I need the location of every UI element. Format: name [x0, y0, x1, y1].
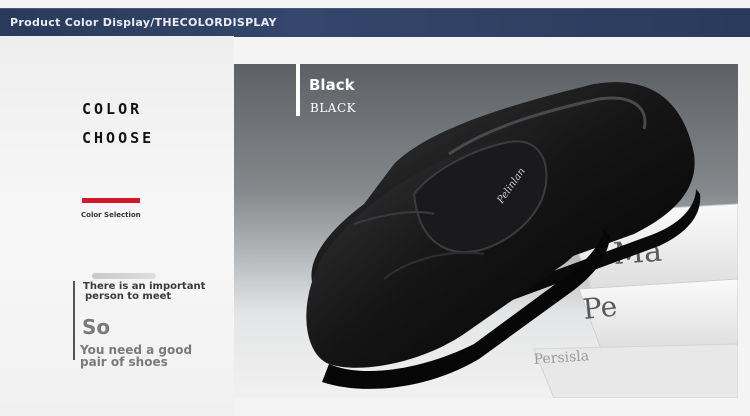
need-line-2: pair of shoes [80, 355, 168, 369]
color-selection-label: Color Selection [81, 211, 141, 219]
choose-title: CHOOSE [82, 129, 155, 147]
book-text-2: Pe [581, 290, 618, 326]
blurred-caption [92, 273, 156, 279]
header-bar: Product Color Display/THECOLORDISPLAY [0, 8, 750, 37]
so-heading: So [82, 315, 111, 339]
color-name-caps: BLACK [310, 101, 357, 115]
quote-divider-line [73, 281, 75, 360]
color-name: Black [309, 76, 355, 94]
accent-red-bar [82, 198, 140, 203]
header-title: Product Color Display/THECOLORDISPLAY [10, 16, 277, 29]
need-caption: You need a good pair of shoes [80, 344, 192, 368]
important-caption: There is an important person to meet [83, 282, 205, 302]
color-title: COLOR [82, 100, 143, 118]
color-name-divider [296, 64, 300, 116]
important-line-2: person to meet [85, 291, 172, 302]
product-photo: Ma Pe Persisla Pelinlan Black BLACK [234, 64, 738, 398]
